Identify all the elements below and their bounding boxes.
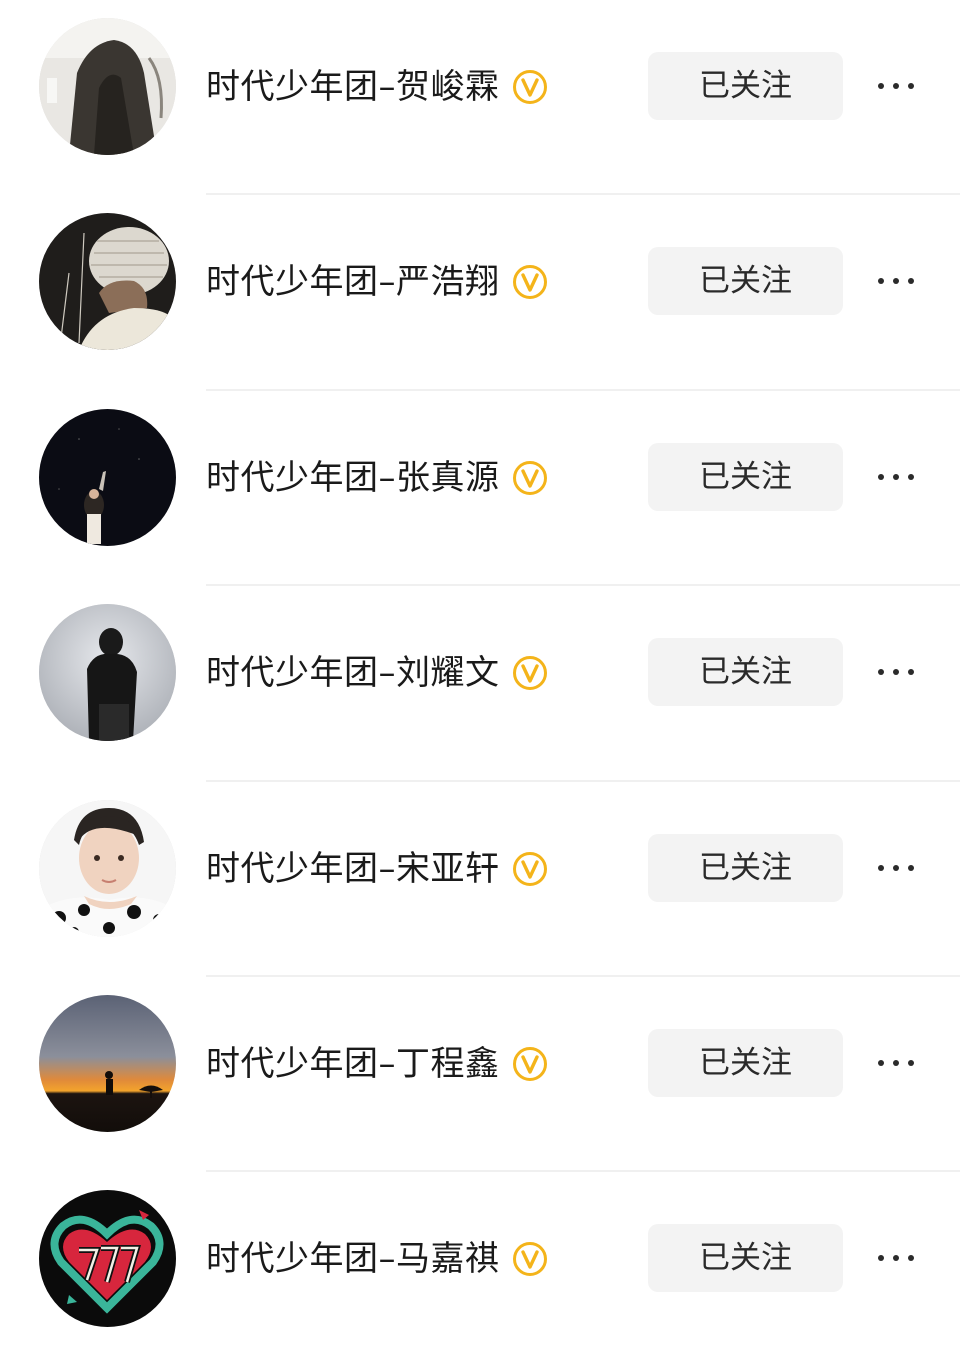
verified-badge-icon [512,656,547,691]
name-wrap: 时代少年团–马嘉祺 [206,1234,548,1284]
account-name[interactable]: 时代少年团–张真源 [206,453,500,503]
verified-badge-icon [512,265,547,300]
more-options-button[interactable] [872,1041,920,1085]
account-name[interactable]: 时代少年团–刘耀文 [206,648,500,698]
avatar[interactable] [39,213,176,351]
followed-button[interactable]: 已关注 [648,52,843,120]
avatar-sunset-icon [39,995,176,1132]
account-name[interactable]: 时代少年团–贺峻霖 [206,62,500,112]
followed-button[interactable]: 已关注 [648,1224,843,1293]
verified-badge-icon [512,851,547,886]
ellipsis-icon [878,669,884,676]
list-item[interactable]: 时代少年团–马嘉祺 已关注 [0,1172,960,1354]
avatar[interactable] [39,1190,176,1328]
followed-button[interactable]: 已关注 [648,1029,843,1097]
name-wrap: 时代少年团–丁程鑫 [206,1039,548,1089]
list-item[interactable]: 时代少年团–丁程鑫 已关注 [0,977,960,1173]
verified-badge-icon [512,460,547,495]
avatar[interactable] [39,995,176,1132]
followed-button[interactable]: 已关注 [648,247,843,316]
list-item[interactable]: 时代少年团–严浩翔 已关注 [0,195,960,391]
name-wrap: 时代少年团–严浩翔 [206,257,548,307]
avatar-heart-logo-icon [39,1190,176,1328]
account-name[interactable]: 时代少年团–马嘉祺 [206,1234,500,1284]
name-wrap: 时代少年团–宋亚轩 [206,844,548,894]
avatar[interactable] [39,799,176,937]
account-name[interactable]: 时代少年团–宋亚轩 [206,844,500,894]
followed-button[interactable]: 已关注 [648,638,843,707]
avatar-knit-hat-icon [39,213,176,351]
more-options-button[interactable] [872,455,920,499]
ellipsis-icon [878,864,884,871]
more-options-button[interactable] [872,650,920,694]
name-wrap: 时代少年团–张真源 [206,453,548,503]
avatar[interactable] [39,408,176,546]
list-item[interactable]: 时代少年团–贺峻霖 已关注 [0,0,960,196]
avatar-portrait-polka-icon [39,799,176,937]
more-options-button[interactable] [872,64,920,108]
ellipsis-icon [878,1060,884,1066]
more-options-button[interactable] [872,1236,920,1280]
ellipsis-icon [878,278,884,285]
list-item[interactable]: 时代少年团–宋亚轩 已关注 [0,782,960,977]
ellipsis-icon [878,1255,884,1262]
verified-badge-icon [512,1242,547,1277]
avatar[interactable] [39,18,176,155]
more-options-button[interactable] [872,846,920,890]
ellipsis-icon [878,473,884,480]
avatar[interactable] [39,604,176,742]
account-name[interactable]: 时代少年团–丁程鑫 [206,1039,500,1089]
list-item[interactable]: 时代少年团–刘耀文 已关注 [0,586,960,782]
ellipsis-icon [878,83,884,89]
avatar-dark-figure-icon [39,18,176,155]
avatar-stage-dark-icon [39,408,176,546]
name-wrap: 时代少年团–刘耀文 [206,648,548,698]
followed-button[interactable]: 已关注 [648,833,843,902]
verified-badge-icon [512,1047,547,1081]
following-list: 时代少年团–贺峻霖 已关注 时代少年团–严浩翔 已关注 时代少年团–张真源 已关… [0,0,960,1354]
followed-button[interactable]: 已关注 [648,442,843,511]
name-wrap: 时代少年团–贺峻霖 [206,62,548,112]
account-name[interactable]: 时代少年团–严浩翔 [206,257,500,307]
avatar-silhouette-grey-icon [39,604,176,742]
more-options-button[interactable] [872,259,920,303]
list-item[interactable]: 时代少年团–张真源 已关注 [0,391,960,587]
verified-badge-icon [512,70,547,104]
